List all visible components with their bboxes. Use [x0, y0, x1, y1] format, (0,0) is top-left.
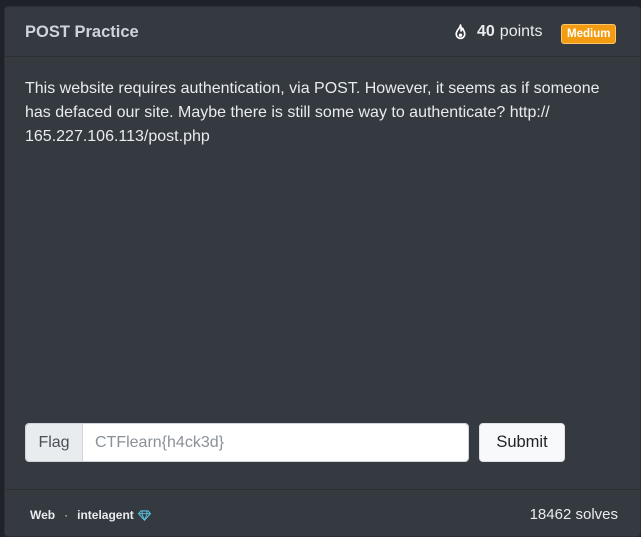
challenge-meta: Web · intelagent: [30, 508, 151, 522]
submit-button[interactable]: Submit: [479, 423, 565, 462]
flag-input-group: Flag: [25, 423, 469, 462]
category-link[interactable]: Web: [30, 508, 55, 522]
difficulty-badge: Medium: [561, 24, 617, 44]
challenge-title: POST Practice: [25, 23, 139, 41]
flag-input[interactable]: [83, 424, 468, 461]
author-link[interactable]: intelagent: [77, 508, 134, 522]
solve-count: 18462 solves: [529, 506, 618, 523]
meta-separator: ·: [64, 508, 69, 522]
flag-label: Flag: [26, 424, 83, 461]
challenge-description: This website requires authentication, vi…: [25, 80, 600, 145]
diamond-icon: [137, 509, 151, 521]
points-value: 40: [477, 23, 495, 40]
flame-icon: [455, 23, 466, 39]
challenge-card: POST Practice 40 points Medium This webs…: [4, 6, 641, 537]
flag-form: Flag Submit: [25, 423, 565, 462]
card-footer: Web · intelagent 18462 solves: [5, 489, 640, 536]
card-header: POST Practice 40 points Medium: [5, 7, 640, 57]
points-display: 40 points: [452, 23, 543, 41]
points-label: points: [499, 23, 543, 40]
